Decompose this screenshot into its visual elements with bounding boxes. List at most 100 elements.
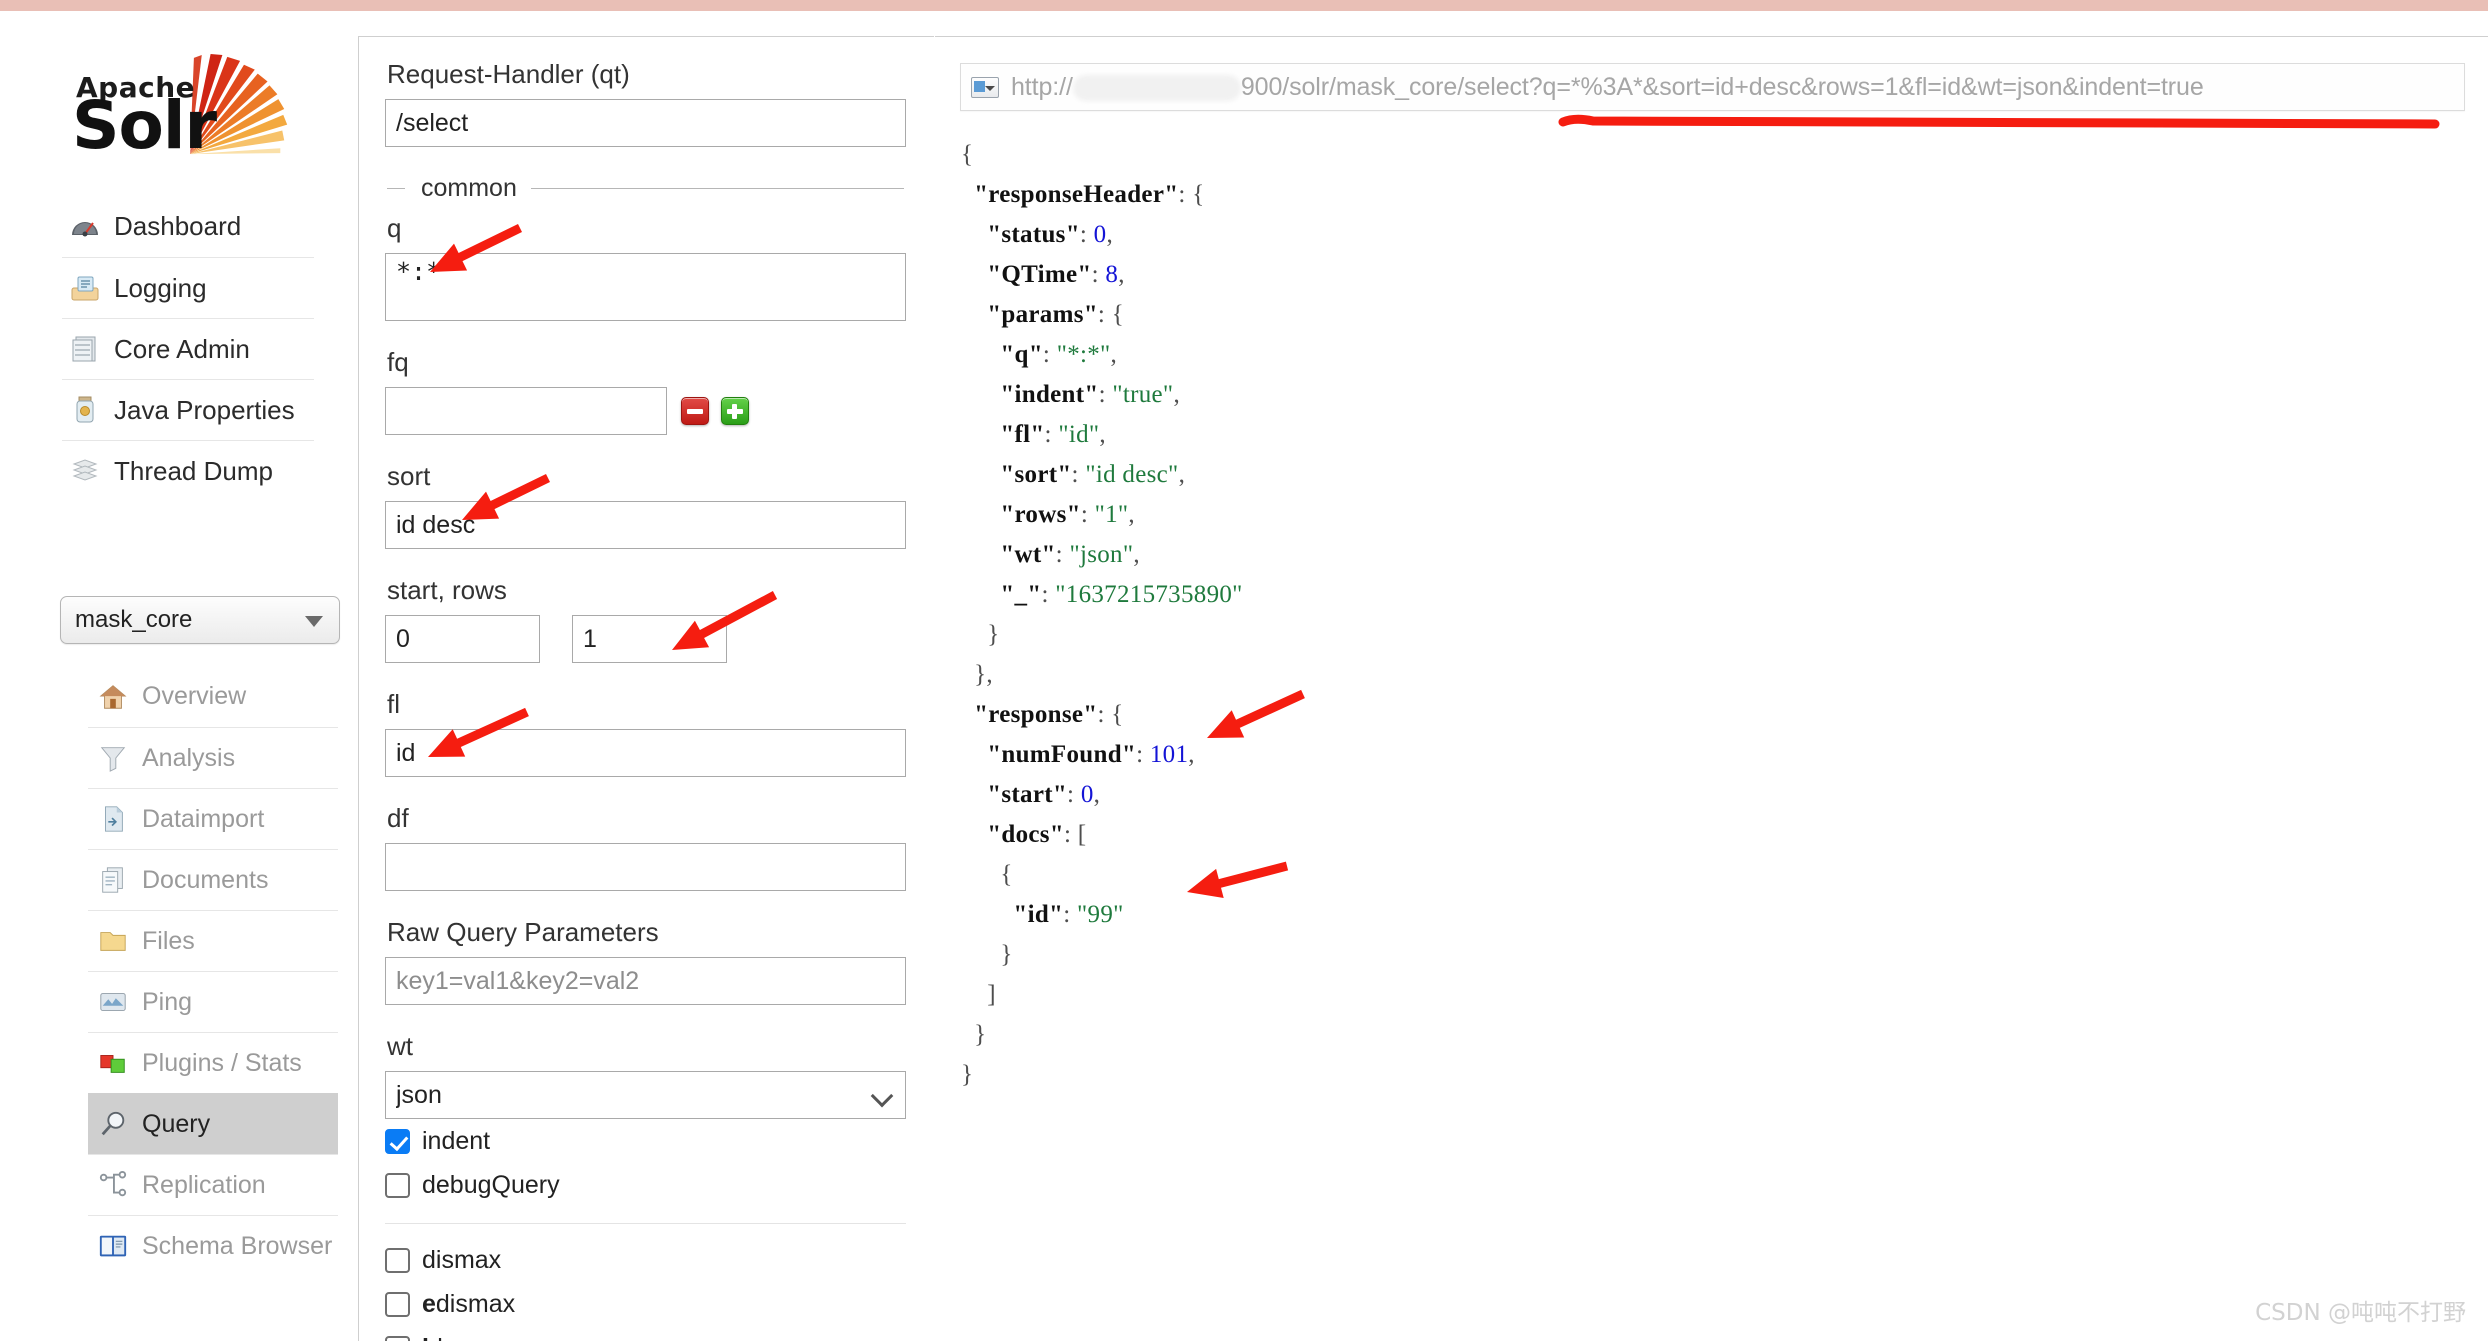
json-line: "responseHeader": { — [974, 181, 1205, 208]
indent-checkbox-row[interactable]: indent — [385, 1119, 908, 1163]
url-suffix: ​900/solr/mask_core/select?q=*%3A*&sort=… — [1240, 72, 2204, 101]
sidebar-item-dashboard[interactable]: Dashboard — [62, 196, 314, 257]
rows-input[interactable] — [572, 615, 727, 663]
json-line: } — [974, 1021, 987, 1048]
java-properties-jar-icon — [68, 393, 102, 427]
json-line: "wt": "json", — [1000, 541, 1140, 568]
sort-label: sort — [387, 461, 431, 491]
df-label: df — [387, 803, 409, 833]
edismax-checkbox[interactable] — [385, 1291, 410, 1317]
sidebar-item-ping[interactable]: Ping — [88, 971, 338, 1032]
json-line: "_": "1637215735890" — [1000, 581, 1243, 608]
json-line: "indent": "true", — [1000, 381, 1180, 408]
json-line: { — [1000, 861, 1013, 888]
core-selector[interactable]: mask_core — [60, 596, 340, 644]
wt-select[interactable]: json — [385, 1071, 906, 1119]
url-prefix: http:// — [1011, 72, 1073, 101]
sidebar-item-label: Documents — [142, 865, 269, 894]
sidebar-item-label: Analysis — [142, 743, 236, 772]
legend-rule-left — [387, 188, 405, 189]
edismax-checkbox-row[interactable]: e dismax — [385, 1282, 908, 1326]
sidebar-item-plugins-stats[interactable]: Plugins / Stats — [88, 1032, 338, 1093]
documents-icon — [96, 863, 130, 897]
sidebar-top-nav: Dashboard Logging Core Admin Java Proper… — [62, 196, 314, 501]
home-icon — [96, 680, 130, 714]
solr-logo[interactable]: Apache Solr — [62, 49, 312, 174]
sidebar-item-label: Core Admin — [114, 333, 250, 364]
sidebar-item-label: Dataimport — [142, 804, 265, 833]
json-line: } — [987, 621, 1000, 648]
sidebar-item-label: Thread Dump — [114, 455, 273, 486]
start-rows-label: start, rows — [387, 575, 507, 605]
csdn-watermark: CSDN @吨吨不打野 — [2255, 1300, 2466, 1326]
json-line: "sort": "id desc", — [1000, 461, 1186, 488]
query-form-panel: Request-Handler (qt) common q *:* fq sor… — [358, 36, 934, 1341]
sidebar-item-label: Plugins / Stats — [142, 1048, 302, 1077]
sidebar-item-core-admin[interactable]: Core Admin — [62, 318, 314, 379]
hl-checkbox-label: l — [437, 1334, 443, 1341]
request-handler-input[interactable] — [385, 99, 906, 147]
fq-input[interactable] — [385, 387, 667, 435]
result-panel: http:// ​900/solr/mask_core/select?q=*%3A… — [935, 36, 2488, 1341]
sidebar-item-label: Files — [142, 926, 195, 955]
fq-remove-button[interactable] — [681, 397, 709, 425]
json-line: "params": { — [987, 301, 1125, 328]
common-legend-text: common — [413, 174, 525, 203]
fq-add-button[interactable] — [721, 397, 749, 425]
hl-checkbox-row[interactable]: hl — [385, 1326, 908, 1341]
url-masked-host — [1072, 74, 1241, 101]
sidebar-item-thread-dump[interactable]: Thread Dump — [62, 440, 314, 501]
raw-query-parameters-input[interactable] — [385, 957, 906, 1005]
sort-input[interactable] — [385, 501, 906, 549]
core-selector-button[interactable]: mask_core — [60, 596, 340, 644]
json-line: ] — [987, 981, 996, 1008]
debugquery-checkbox-row[interactable]: debugQuery — [385, 1163, 908, 1207]
divider — [385, 1223, 906, 1224]
ping-icon — [96, 985, 130, 1019]
sidebar-item-schema-browser[interactable]: Schema Browser — [88, 1215, 338, 1276]
json-line: }, — [974, 661, 993, 688]
edismax-checkbox-label: dismax — [435, 1289, 516, 1318]
start-rows-row — [385, 615, 908, 663]
sidebar-item-overview[interactable]: Overview — [88, 666, 338, 727]
replication-icon — [96, 1168, 130, 1202]
dismax-checkbox[interactable] — [385, 1247, 410, 1273]
sidebar-item-label: Dashboard — [114, 211, 242, 241]
json-line: "fl": "id", — [1000, 421, 1106, 448]
sidebar-item-label: Schema Browser — [142, 1231, 333, 1260]
json-line: "q": "*:*", — [1000, 341, 1118, 368]
indent-checkbox[interactable] — [385, 1128, 410, 1154]
debugquery-checkbox[interactable] — [385, 1172, 410, 1198]
hl-checkbox[interactable] — [385, 1335, 410, 1341]
sidebar-item-files[interactable]: Files — [88, 910, 338, 971]
df-input[interactable] — [385, 843, 906, 891]
book-icon — [96, 1229, 130, 1263]
sidebar-item-documents[interactable]: Documents — [88, 849, 338, 910]
indent-checkbox-label: indent — [422, 1126, 491, 1155]
hl-prefix: h — [422, 1334, 437, 1341]
json-line: "status": 0, — [987, 221, 1114, 248]
json-line: "id": "99" — [1013, 901, 1124, 928]
fl-input[interactable] — [385, 729, 906, 777]
fq-row — [385, 387, 908, 435]
debugquery-checkbox-label: debugQuery — [422, 1170, 560, 1199]
chevron-down-icon — [305, 616, 323, 627]
sidebar-item-java-properties[interactable]: Java Properties — [62, 379, 314, 440]
magnifier-icon — [96, 1107, 130, 1141]
json-line: "QTime": 8, — [987, 261, 1125, 288]
sidebar-item-query[interactable]: Query — [88, 1093, 338, 1154]
browser-window-icon — [971, 76, 999, 98]
sidebar-item-replication[interactable]: Replication — [88, 1154, 338, 1215]
sidebar-core-nav: Overview Analysis Dataimport Documents F… — [88, 666, 338, 1276]
start-input[interactable] — [385, 615, 540, 663]
fq-label: fq — [387, 347, 409, 377]
q-input[interactable]: *:* — [385, 253, 906, 321]
funnel-icon — [96, 741, 130, 775]
sidebar-item-logging[interactable]: Logging — [62, 257, 314, 318]
dismax-checkbox-row[interactable]: dismax — [385, 1238, 908, 1282]
result-url-text[interactable]: http:// ​900/solr/mask_core/select?q=*%3A… — [1011, 73, 2204, 102]
sidebar-item-analysis[interactable]: Analysis — [88, 727, 338, 788]
sidebar-item-dataimport[interactable]: Dataimport — [88, 788, 338, 849]
result-url-bar[interactable]: http:// ​900/solr/mask_core/select?q=*%3A… — [960, 63, 2465, 111]
sidebar-item-label: Overview — [142, 682, 247, 710]
